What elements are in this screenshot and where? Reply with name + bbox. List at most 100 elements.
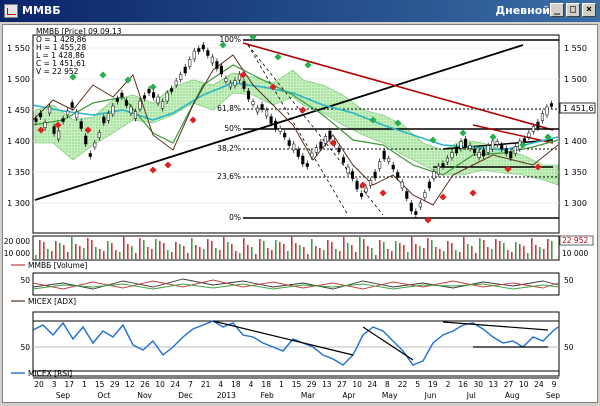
volume-bar — [83, 248, 85, 259]
candle — [292, 143, 296, 151]
volume-bar — [511, 252, 513, 259]
volume-bar — [347, 243, 349, 259]
candle — [549, 103, 554, 107]
volume-bar — [187, 253, 189, 259]
volume-bar — [259, 239, 261, 259]
volume-tick-right: 10 000 — [562, 249, 588, 258]
candle — [61, 118, 65, 122]
candle — [545, 106, 549, 116]
rsi-panel[interactable] — [32, 311, 560, 377]
volume-bar — [523, 246, 525, 259]
candle — [350, 171, 355, 179]
volume-bar — [387, 249, 389, 259]
close-button[interactable]: × — [582, 3, 596, 17]
candle — [310, 152, 314, 158]
candle — [188, 59, 192, 67]
candle — [233, 80, 237, 86]
chart-canvas[interactable]: ММВБ [Price] 09.09.13 O = 1 428,86 H = 1… — [3, 25, 597, 402]
volume-bar — [335, 249, 337, 259]
volume-bar — [319, 248, 321, 259]
x-axis-month-label: Aug — [505, 391, 520, 400]
volume-bar — [131, 246, 133, 259]
candle — [323, 136, 327, 144]
volume-bar — [255, 254, 257, 259]
volume-bar — [495, 239, 497, 259]
maximize-button[interactable]: □ — [566, 3, 580, 17]
x-axis-day-label: 12 — [125, 380, 135, 389]
volume-bar — [91, 240, 93, 259]
volume-bar — [459, 252, 461, 259]
fib-label-50: 50% — [224, 124, 241, 133]
candle — [265, 109, 269, 117]
candle — [464, 138, 468, 148]
candle — [115, 98, 119, 102]
candle — [147, 88, 151, 94]
x-axis-month-label: May — [382, 391, 398, 400]
volume-bar — [191, 238, 193, 259]
candle — [341, 157, 346, 163]
candle — [436, 165, 440, 175]
volume-bar — [107, 241, 109, 259]
x-axis-day-label: 1 — [279, 380, 284, 389]
last-price-value: 1 451,6 — [563, 104, 594, 113]
candle — [486, 145, 490, 153]
minimize-button[interactable]: _ — [550, 3, 564, 17]
candle — [382, 150, 386, 160]
candle — [57, 130, 61, 140]
volume-bar — [283, 244, 285, 259]
candle — [274, 120, 278, 130]
y-tick-right: 1 350 — [564, 168, 587, 177]
title-bar[interactable]: ММВБ Дневной _ □ × — [0, 0, 600, 22]
candle — [88, 153, 92, 157]
x-axis-day-label: 22 — [398, 380, 408, 389]
x-axis-day-label: 27 — [337, 380, 347, 389]
volume-bar — [203, 249, 205, 259]
legend-volume: V = 22 952 — [36, 67, 79, 76]
volume-bar — [219, 250, 221, 259]
volume-bar — [99, 249, 101, 259]
candle — [355, 180, 359, 190]
chart-area[interactable]: ММВБ [Price] 09.09.13 O = 1 428,86 H = 1… — [2, 24, 598, 403]
volume-bar — [467, 244, 469, 259]
time-axis-days: 20 3 17 1 15 29 12 26 10 24 7 21 4 18 4 18 1 15 29 13 27 10 24… — [34, 380, 556, 389]
x-axis-day-label: 2 — [446, 380, 451, 389]
x-axis-day-label: 16 — [458, 380, 468, 389]
x-axis-day-label: 15 — [95, 380, 105, 389]
volume-bar — [343, 237, 345, 259]
volume-bar — [535, 245, 537, 259]
candle — [305, 163, 309, 167]
candle — [102, 116, 106, 124]
candle — [391, 164, 395, 170]
x-axis-day-label: 21 — [201, 380, 211, 389]
candle — [364, 187, 368, 193]
candle — [48, 106, 52, 114]
volume-bar — [151, 249, 153, 259]
x-axis-day-label: 18 — [261, 380, 271, 389]
candle — [405, 191, 409, 199]
candle — [296, 149, 300, 157]
window-title: ММВБ — [22, 4, 61, 17]
y-tick-left: 1 550 — [7, 44, 30, 53]
candle — [468, 145, 472, 149]
volume-bar — [199, 247, 201, 259]
candle — [129, 106, 133, 114]
volume-bar — [491, 249, 493, 259]
x-axis-day-label: 19 — [428, 380, 438, 389]
volume-bar — [471, 246, 473, 259]
volume-bar — [63, 245, 65, 259]
volume-bar — [479, 238, 481, 259]
volume-bar — [351, 245, 353, 259]
volume-bar — [395, 241, 397, 259]
candle — [142, 95, 147, 99]
x-axis-day-label: 30 — [473, 380, 483, 389]
volume-bar — [315, 246, 317, 259]
volume-bar — [239, 253, 241, 259]
volume-bar — [223, 237, 225, 259]
x-axis-month-label: Jun — [424, 391, 437, 400]
candle — [210, 56, 214, 64]
timeframe-label[interactable]: Дневной — [495, 4, 550, 17]
x-axis-day-label: 9 — [552, 380, 557, 389]
volume-bar — [271, 250, 273, 259]
candle — [378, 161, 382, 169]
candle — [278, 128, 282, 132]
